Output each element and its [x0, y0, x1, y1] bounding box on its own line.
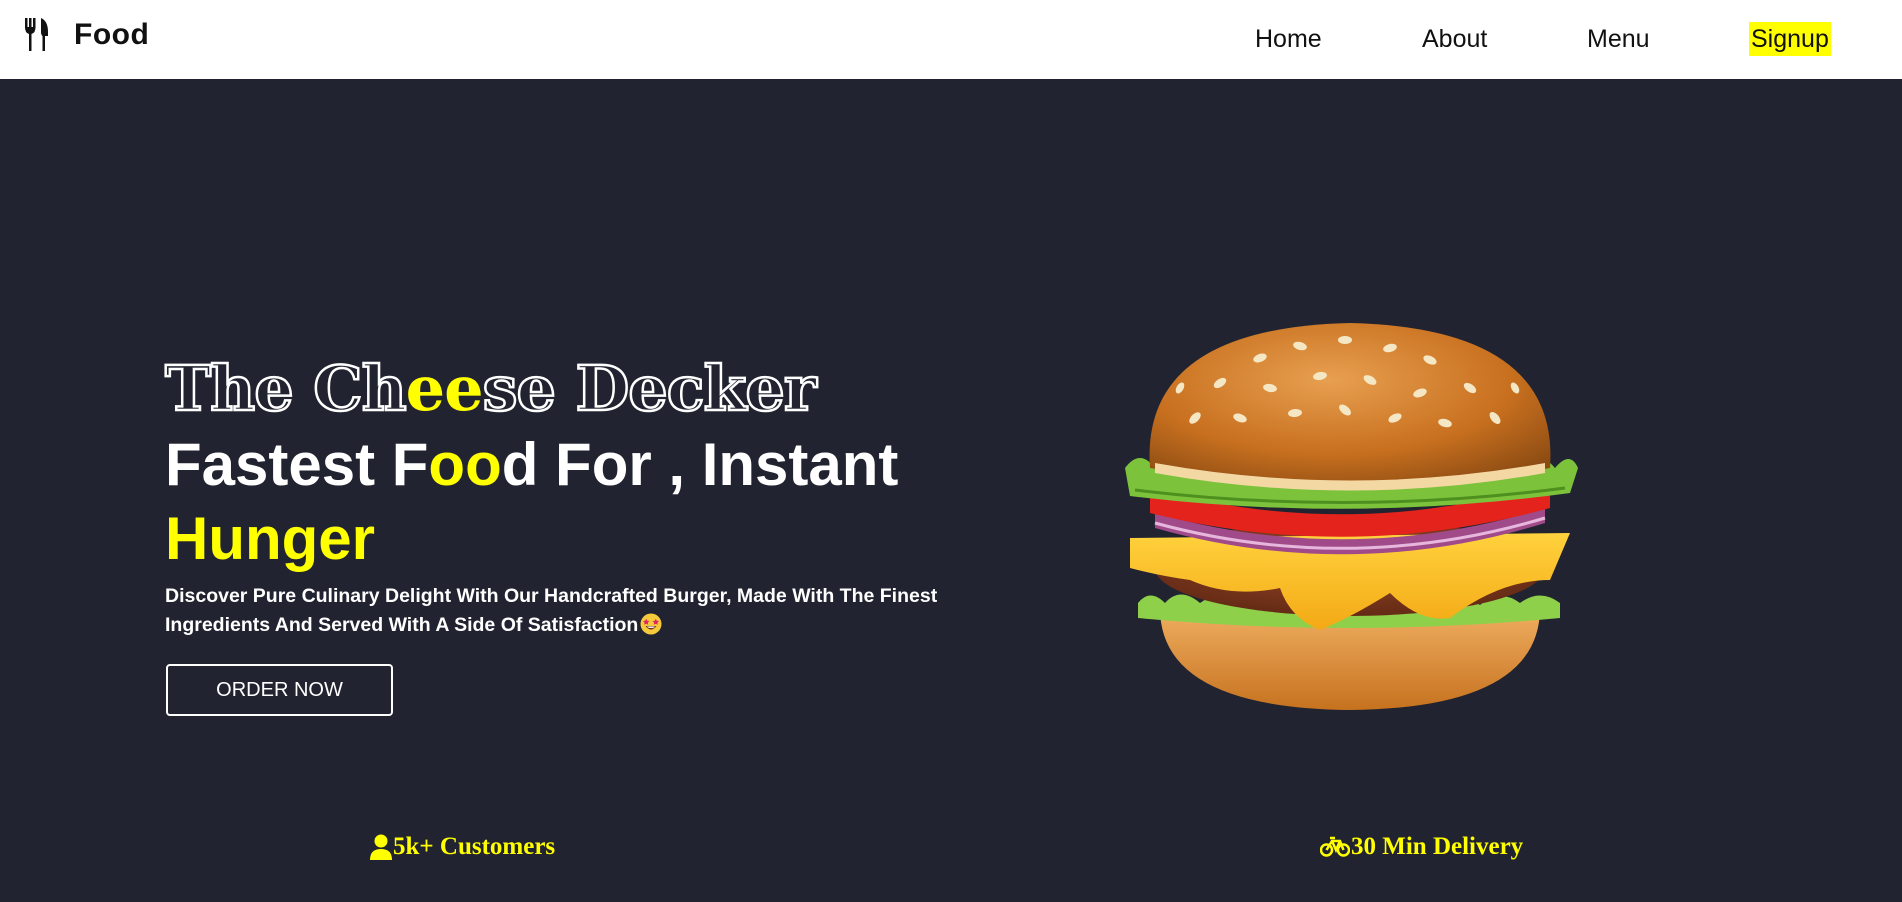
hero-title: The Cheese Decker	[164, 348, 818, 430]
hero-subtitle-highlight: oo	[428, 431, 502, 498]
burger-image	[1125, 323, 1578, 710]
hero-title-highlight: ee	[405, 352, 484, 425]
hero-title-part1: The Ch	[164, 351, 408, 427]
order-now-button[interactable]: ORDER NOW	[166, 664, 393, 716]
stat-customers-label: 5k+ Customers	[393, 833, 556, 860]
nav-menu-link[interactable]: Menu	[1587, 22, 1650, 56]
bicycle-icon	[1320, 836, 1350, 857]
nav-about-link[interactable]: About	[1422, 22, 1487, 56]
nav-home-link[interactable]: Home	[1255, 22, 1322, 56]
brand-name: Food	[74, 18, 150, 51]
stat-customers: 5k+ Customers	[370, 833, 555, 861]
hero-description: Discover Pure Culinary Delight With Our …	[165, 582, 965, 640]
fork-knife-icon	[24, 18, 50, 52]
hero-subtitle-hunger: Hunger	[165, 505, 375, 572]
star-struck-emoji-icon	[640, 613, 662, 635]
hero-subtitle-part1: Fastest F	[165, 431, 429, 498]
stat-delivery-label: 30 Min Delivery	[1351, 833, 1524, 860]
navbar: Food Home About Menu Signup	[0, 0, 1902, 79]
nav-signup-link[interactable]: Signup	[1749, 22, 1831, 56]
hero-subtitle-part2: d For , Instant	[501, 431, 899, 498]
hero-title-part2: se Decker	[481, 351, 817, 427]
hero-subtitle: Fastest Food For , Instant Hunger	[165, 428, 985, 576]
hero-description-text: Discover Pure Culinary Delight With Our …	[165, 585, 938, 636]
user-icon	[370, 834, 392, 860]
stat-delivery: 30 Min Delivery	[1320, 833, 1523, 861]
brand[interactable]: Food	[24, 18, 149, 52]
